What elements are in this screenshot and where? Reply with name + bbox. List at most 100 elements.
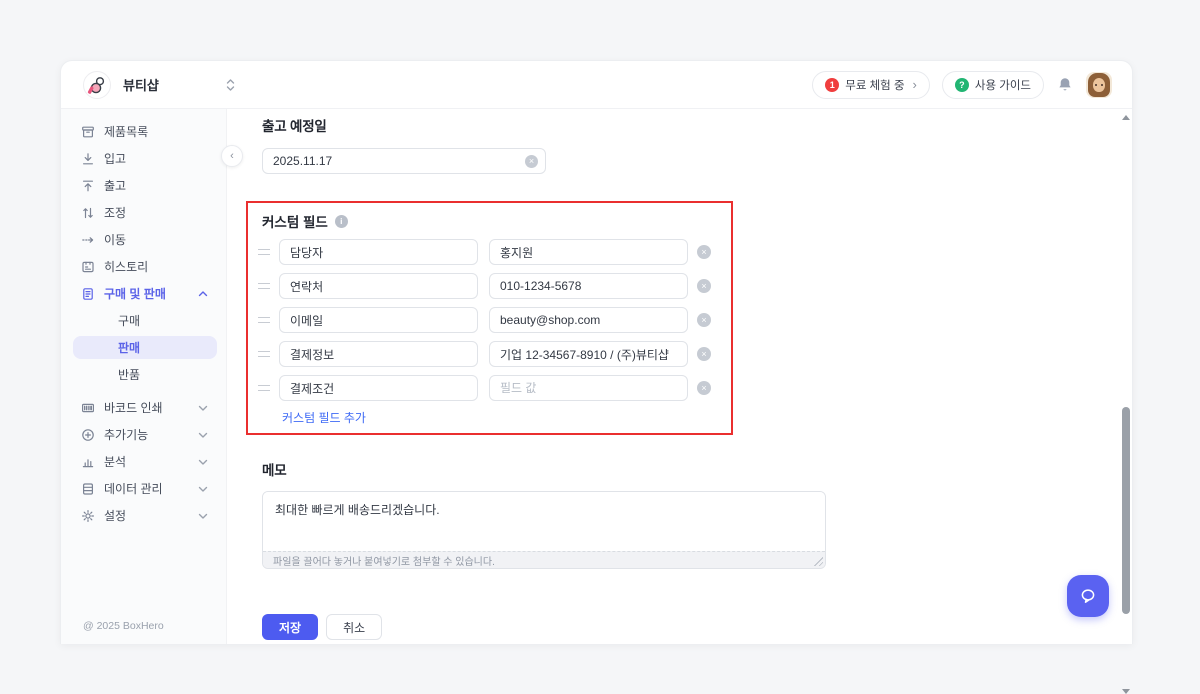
memo-label: 메모 <box>262 459 286 479</box>
custom-field-value-input[interactable] <box>489 239 688 265</box>
workspace-logo-icon <box>83 71 111 99</box>
resize-grip-icon[interactable] <box>813 556 823 566</box>
custom-field-name-input[interactable] <box>279 239 478 265</box>
drag-handle-icon[interactable] <box>258 351 270 357</box>
package-icon <box>81 125 95 139</box>
custom-field-name-input[interactable] <box>279 307 478 333</box>
top-bar-actions: 1 무료 체험 중 › ? 사용 가이드 <box>812 71 1112 99</box>
sidebar-item-stock-in[interactable]: 입고 <box>61 145 226 172</box>
custom-field-value-input[interactable] <box>489 273 688 299</box>
sidebar-item-returns[interactable]: 반품 <box>61 361 226 388</box>
sidebar-item-adjust[interactable]: 조정 <box>61 199 226 226</box>
sidebar-collapse-button[interactable]: ‹ <box>221 145 243 167</box>
workspace-switcher[interactable]: 뷰티샵 <box>83 71 235 99</box>
cancel-button[interactable]: 취소 <box>326 614 382 640</box>
database-icon <box>81 482 95 496</box>
guide-badge-icon: ? <box>955 78 969 92</box>
chat-support-button[interactable] <box>1067 575 1109 617</box>
clear-icon[interactable]: × <box>525 155 538 168</box>
sidebar-item-purchase[interactable]: 구매 <box>61 307 226 334</box>
info-icon: i <box>335 215 348 228</box>
chevron-up-icon <box>198 290 208 298</box>
save-button[interactable]: 저장 <box>262 614 318 640</box>
remove-icon[interactable]: × <box>697 347 711 361</box>
add-custom-field-link[interactable]: 커스텀 필드 추가 <box>282 409 366 426</box>
sidebar-item-settings[interactable]: 설정 <box>61 502 226 529</box>
vertical-scrollbar <box>1121 113 1131 641</box>
barcode-icon <box>81 401 95 415</box>
custom-field-row: × <box>258 273 711 299</box>
sidebar-item-sales[interactable]: 판매 <box>61 334 226 361</box>
custom-field-name-input[interactable] <box>279 273 478 299</box>
bar-chart-icon <box>81 455 95 469</box>
arrow-down-to-line-icon <box>81 152 95 166</box>
chat-bubble-icon <box>1078 586 1098 606</box>
custom-field-row: × <box>258 239 711 265</box>
user-avatar[interactable] <box>1086 72 1112 98</box>
gear-icon <box>81 509 95 523</box>
remove-icon[interactable]: × <box>697 279 711 293</box>
sidebar-item-barcode-print[interactable]: 바코드 인쇄 <box>61 394 226 421</box>
custom-field-row: × <box>258 375 711 401</box>
sidebar-item-stock-out[interactable]: 출고 <box>61 172 226 199</box>
sidebar-item-products[interactable]: 제품목록 <box>61 118 226 145</box>
memo-field: 최대한 빠르게 배송드리겠습니다. 파일을 끌어다 놓거나 붙여넣기로 첨부할 … <box>262 491 826 569</box>
swap-vertical-icon <box>81 206 95 220</box>
drag-handle-icon[interactable] <box>258 385 270 391</box>
drag-handle-icon[interactable] <box>258 317 270 323</box>
custom-field-row: × <box>258 341 711 367</box>
trial-label: 무료 체험 중 <box>845 77 904 93</box>
plus-circle-icon <box>81 428 95 442</box>
arrow-right-dashed-icon <box>81 233 95 247</box>
drag-handle-icon[interactable] <box>258 249 270 255</box>
workspace-select-caret-icon <box>226 78 235 92</box>
custom-field-value-input[interactable] <box>489 341 688 367</box>
user-guide-button[interactable]: ? 사용 가이드 <box>942 71 1044 99</box>
guide-label: 사용 가이드 <box>975 77 1031 93</box>
drag-handle-icon[interactable] <box>258 283 270 289</box>
sidebar-item-move[interactable]: 이동 <box>61 226 226 253</box>
chevron-right-icon: › <box>913 78 917 91</box>
custom-field-row: × <box>258 307 711 333</box>
free-trial-button[interactable]: 1 무료 체험 중 › <box>812 71 930 99</box>
memo-textarea[interactable]: 최대한 빠르게 배송드리겠습니다. <box>263 492 825 553</box>
custom-field-name-input[interactable] <box>279 375 478 401</box>
notification-bell-icon[interactable] <box>1056 76 1074 94</box>
receipt-icon <box>81 287 95 301</box>
sidebar-item-analytics[interactable]: 분석 <box>61 448 226 475</box>
remove-icon[interactable]: × <box>697 381 711 395</box>
selected-highlight <box>73 336 217 359</box>
custom-fields-list: × × × <box>258 239 711 401</box>
ship-date-label: 출고 예정일 <box>262 115 327 135</box>
scroll-down-arrow-icon[interactable] <box>1122 689 1130 694</box>
app-background: 뷰티샵 1 무료 체험 중 › ? 사용 가이드 <box>0 0 1200 644</box>
attachment-hint-text: 파일을 끌어다 놓거나 붙여넣기로 첨부할 수 있습니다. <box>273 553 495 568</box>
scroll-up-arrow-icon[interactable] <box>1122 115 1130 120</box>
arrow-up-to-line-icon <box>81 179 95 193</box>
history-icon <box>81 260 95 274</box>
trial-badge-icon: 1 <box>825 78 839 92</box>
copyright-text: @ 2025 BoxHero <box>83 620 164 632</box>
chevron-down-icon <box>198 485 208 493</box>
sidebar: 제품목록 입고 출고 <box>61 109 227 644</box>
chevron-down-icon <box>198 404 208 412</box>
chevron-down-icon <box>198 458 208 466</box>
attachment-hint-bar[interactable]: 파일을 끌어다 놓거나 붙여넣기로 첨부할 수 있습니다. <box>263 551 825 568</box>
ship-date-input[interactable] <box>262 148 546 174</box>
sidebar-item-purchase-sales[interactable]: 구매 및 판매 <box>61 280 226 307</box>
remove-icon[interactable]: × <box>697 245 711 259</box>
custom-field-name-input[interactable] <box>279 341 478 367</box>
app-window: 뷰티샵 1 무료 체험 중 › ? 사용 가이드 <box>60 60 1133 644</box>
custom-fields-highlight-box: 커스텀 필드 i × <box>246 201 733 435</box>
main-content: 출고 예정일 × 커스텀 필드 i × <box>227 109 1132 644</box>
sidebar-item-extra-features[interactable]: 추가기능 <box>61 421 226 448</box>
sidebar-item-history[interactable]: 히스토리 <box>61 253 226 280</box>
sidebar-item-data-management[interactable]: 데이터 관리 <box>61 475 226 502</box>
remove-icon[interactable]: × <box>697 313 711 327</box>
top-bar: 뷰티샵 1 무료 체험 중 › ? 사용 가이드 <box>61 61 1132 109</box>
workspace-name: 뷰티샵 <box>123 75 159 94</box>
custom-field-value-input[interactable] <box>489 375 688 401</box>
form-actions: 저장 취소 <box>262 614 382 640</box>
custom-field-value-input[interactable] <box>489 307 688 333</box>
scrollbar-thumb[interactable] <box>1122 407 1130 614</box>
